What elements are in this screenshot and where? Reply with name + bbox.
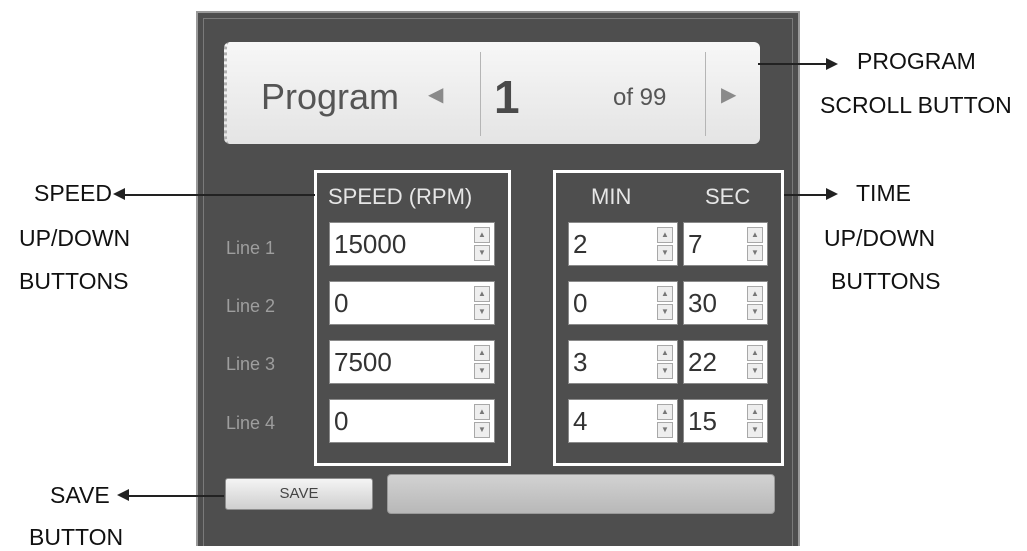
min-spinner: ▲ ▼ [657, 227, 673, 261]
program-divider [480, 52, 481, 136]
sec-input[interactable]: 22 ▲ ▼ [683, 340, 768, 384]
sec-spinner: ▲ ▼ [747, 345, 763, 379]
spin-down-button[interactable]: ▼ [747, 245, 763, 261]
spin-down-button[interactable]: ▼ [747, 304, 763, 320]
spin-down-button[interactable]: ▼ [747, 363, 763, 379]
spin-down-button[interactable]: ▼ [657, 245, 673, 261]
speed-spinner: ▲ ▼ [474, 345, 490, 379]
program-number: 1 [494, 71, 520, 123]
speed-spinner: ▲ ▼ [474, 404, 490, 438]
save-annotation-line2: BUTTON [29, 524, 124, 550]
min-value: 0 [573, 288, 588, 318]
time-annotation-line3: BUTTONS [831, 268, 941, 294]
sec-value: 30 [688, 288, 717, 318]
speed-value: 15000 [334, 229, 407, 259]
sec-value: 15 [688, 406, 717, 436]
speed-spinner: ▲ ▼ [474, 286, 490, 320]
arrow-right-icon [826, 188, 838, 200]
spin-down-button[interactable]: ▼ [474, 363, 490, 379]
save-annotation-line [128, 495, 224, 497]
spin-down-button[interactable]: ▼ [474, 422, 490, 438]
speed-value: 0 [334, 406, 349, 436]
spin-up-button[interactable]: ▲ [747, 227, 763, 243]
speed-spinner: ▲ ▼ [474, 227, 490, 261]
min-spinner: ▲ ▼ [657, 345, 673, 379]
min-spinner: ▲ ▼ [657, 404, 673, 438]
min-header: MIN [591, 184, 632, 209]
sec-value: 22 [688, 347, 717, 377]
spin-up-button[interactable]: ▲ [474, 286, 490, 302]
save-annotation-line1: SAVE [50, 482, 110, 508]
speed-annotation-line [124, 194, 315, 196]
sec-spinner: ▲ ▼ [747, 404, 763, 438]
sec-spinner: ▲ ▼ [747, 286, 763, 320]
sec-header: SEC [705, 184, 751, 209]
program-count: of 99 [613, 84, 667, 111]
spin-down-button[interactable]: ▼ [657, 304, 673, 320]
sec-input[interactable]: 30 ▲ ▼ [683, 281, 768, 325]
spin-down-button[interactable]: ▼ [747, 422, 763, 438]
spin-up-button[interactable]: ▲ [474, 345, 490, 361]
time-annotation-line [784, 194, 828, 196]
min-input[interactable]: 3 ▲ ▼ [568, 340, 678, 384]
arrow-right-icon [826, 58, 838, 70]
line-label: Line 2 [226, 296, 276, 316]
spin-up-button[interactable]: ▲ [657, 227, 673, 243]
speed-annotation-line2: UP/DOWN [19, 225, 131, 251]
speed-input[interactable]: 0 ▲ ▼ [329, 281, 495, 325]
speed-annotation-line3: BUTTONS [19, 268, 129, 294]
program-label: Program [261, 76, 400, 117]
speed-input[interactable]: 0 ▲ ▼ [329, 399, 495, 443]
spin-up-button[interactable]: ▲ [657, 286, 673, 302]
speed-value: 7500 [334, 347, 392, 377]
spin-up-button[interactable]: ▲ [747, 345, 763, 361]
program-annotation-line [758, 63, 828, 65]
save-button[interactable]: SAVE [225, 478, 373, 510]
spin-down-button[interactable]: ▼ [657, 422, 673, 438]
spin-up-button[interactable]: ▲ [747, 404, 763, 420]
line-label: Line 3 [226, 354, 276, 374]
program-next-button[interactable]: ▶ [721, 82, 736, 107]
spin-up-button[interactable]: ▲ [657, 345, 673, 361]
sec-input[interactable]: 7 ▲ ▼ [683, 222, 768, 266]
program-annotation-line2: SCROLL BUTTON [820, 92, 1012, 118]
speed-input[interactable]: 7500 ▲ ▼ [329, 340, 495, 384]
line-label: Line 1 [226, 238, 276, 258]
spin-up-button[interactable]: ▲ [474, 404, 490, 420]
min-value: 2 [573, 229, 588, 259]
program-annotation-line1: PROGRAM [857, 48, 976, 74]
min-value: 3 [573, 347, 588, 377]
min-input[interactable]: 4 ▲ ▼ [568, 399, 678, 443]
speed-header: SPEED (RPM) [328, 184, 473, 209]
spin-down-button[interactable]: ▼ [657, 363, 673, 379]
speed-input[interactable]: 15000 ▲ ▼ [329, 222, 495, 266]
min-spinner: ▲ ▼ [657, 286, 673, 320]
time-annotation-line2: UP/DOWN [824, 225, 936, 251]
spin-down-button[interactable]: ▼ [474, 245, 490, 261]
time-annotation-line1: TIME [856, 180, 911, 206]
min-value: 4 [573, 406, 588, 436]
spin-up-button[interactable]: ▲ [474, 227, 490, 243]
program-prev-button[interactable]: ◀ [428, 82, 443, 107]
sec-spinner: ▲ ▼ [747, 227, 763, 261]
program-divider [705, 52, 706, 136]
line-label: Line 4 [226, 413, 276, 433]
spin-up-button[interactable]: ▲ [657, 404, 673, 420]
min-input[interactable]: 2 ▲ ▼ [568, 222, 678, 266]
sec-input[interactable]: 15 ▲ ▼ [683, 399, 768, 443]
speed-value: 0 [334, 288, 349, 318]
spin-up-button[interactable]: ▲ [747, 286, 763, 302]
spin-down-button[interactable]: ▼ [474, 304, 490, 320]
speed-annotation-line1: SPEED [34, 180, 112, 206]
sec-value: 7 [688, 229, 703, 259]
status-bar [387, 474, 775, 514]
min-input[interactable]: 0 ▲ ▼ [568, 281, 678, 325]
